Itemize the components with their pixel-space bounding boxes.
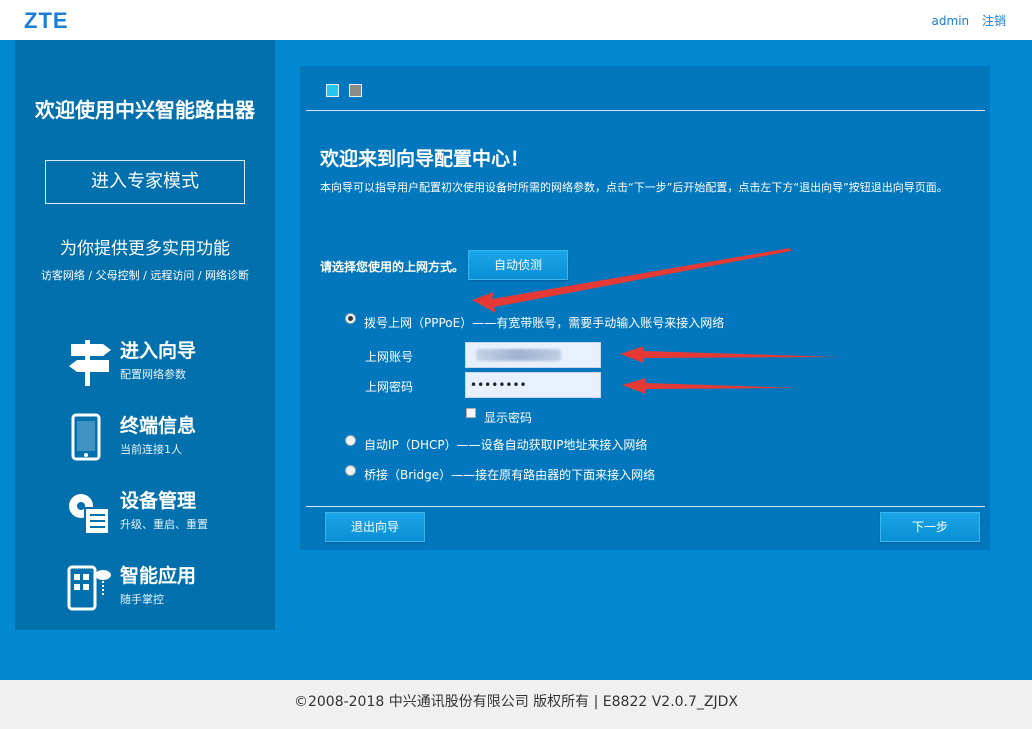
expert-mode-button[interactable]: 进入专家模式 — [45, 160, 245, 204]
exit-wizard-button[interactable]: 退出向导 — [325, 512, 425, 542]
phone-icon — [71, 413, 101, 461]
dhcp-radio[interactable] — [345, 435, 356, 446]
sidebar-subtitle: 为你提供更多实用功能 — [60, 239, 230, 259]
sidebar-item-desc: 随手掌控 — [120, 593, 164, 606]
sidebar-item-desc: 配置网络参数 — [120, 368, 186, 381]
sidebar-item-terminal[interactable]: 终端信息 当前连接1人 — [65, 411, 265, 471]
step-indicator-active — [326, 84, 339, 97]
sidebar-item-desc: 升级、重启、重置 — [120, 518, 208, 531]
blurred-account-value — [476, 349, 561, 361]
main-area: 欢迎使用中兴智能路由器 进入专家模式 为你提供更多实用功能 访客网络 / 父母控… — [0, 40, 1032, 680]
show-password-label: 显示密码 — [484, 411, 533, 425]
sidebar-title: 欢迎使用中兴智能路由器 — [35, 98, 255, 122]
divider — [306, 110, 985, 111]
smart-app-icon — [67, 565, 111, 611]
sidebar-item-title: 进入向导 — [120, 340, 197, 362]
sidebar-item-desc: 当前连接1人 — [120, 443, 182, 456]
sidebar-item-device[interactable]: 设备管理 升级、重启、重置 — [65, 486, 265, 546]
top-bar: ZTE admin 注销 — [0, 0, 1032, 40]
sidebar-item-title: 智能应用 — [120, 565, 197, 587]
sidebar: 欢迎使用中兴智能路由器 进入专家模式 为你提供更多实用功能 访客网络 / 父母控… — [15, 40, 275, 630]
connection-type-label: 请选择您使用的上网方式。 — [320, 260, 465, 274]
bridge-radio[interactable] — [345, 465, 356, 476]
password-label: 上网密码 — [365, 380, 414, 394]
next-step-button[interactable]: 下一步 — [880, 512, 980, 542]
auto-detect-button[interactable]: 自动侦测 — [468, 250, 568, 280]
sidebar-item-smart-app[interactable]: 智能应用 随手掌控 — [65, 561, 265, 621]
show-password-checkbox[interactable] — [466, 408, 476, 418]
account-field[interactable] — [465, 342, 601, 368]
sidebar-features: 访客网络 / 父母控制 / 远程访问 / 网络诊断 — [40, 269, 250, 282]
account-label: 上网账号 — [365, 350, 414, 364]
sidebar-item-title: 终端信息 — [120, 415, 197, 437]
wizard-title: 欢迎来到向导配置中心！ — [320, 148, 530, 170]
top-links: admin 注销 — [923, 12, 1006, 29]
dhcp-label: 自动IP（DHCP）——设备自动获取IP地址来接入网络 — [364, 438, 648, 452]
step-indicator-inactive — [349, 84, 362, 97]
footer: ©2008-2018 中兴通讯股份有限公司 版权所有 | E8822 V2.0.… — [0, 680, 1032, 729]
user-link[interactable]: admin — [932, 14, 970, 28]
pppoe-radio[interactable] — [345, 313, 356, 324]
zte-logo: ZTE — [24, 8, 69, 33]
pppoe-label: 拨号上网（PPPoE）——有宽带账号，需要手动输入账号来接入网络 — [364, 316, 725, 330]
sidebar-item-wizard[interactable]: 进入向导 配置网络参数 — [65, 336, 265, 396]
bridge-label: 桥接（Bridge）——接在原有路由器的下面来接入网络 — [364, 468, 656, 482]
password-field[interactable]: •••••••• — [465, 372, 601, 398]
signpost-icon — [69, 340, 111, 386]
logout-link[interactable]: 注销 — [982, 14, 1006, 28]
wizard-description: 本向导可以指导用户配置初次使用设备时所需的网络参数，点击“下一步”后开始配置，点… — [320, 181, 948, 194]
gear-checklist-icon — [69, 494, 110, 535]
wizard-panel: 欢迎来到向导配置中心！ 本向导可以指导用户配置初次使用设备时所需的网络参数，点击… — [300, 66, 990, 550]
sidebar-item-title: 设备管理 — [120, 490, 197, 512]
divider — [306, 506, 985, 507]
